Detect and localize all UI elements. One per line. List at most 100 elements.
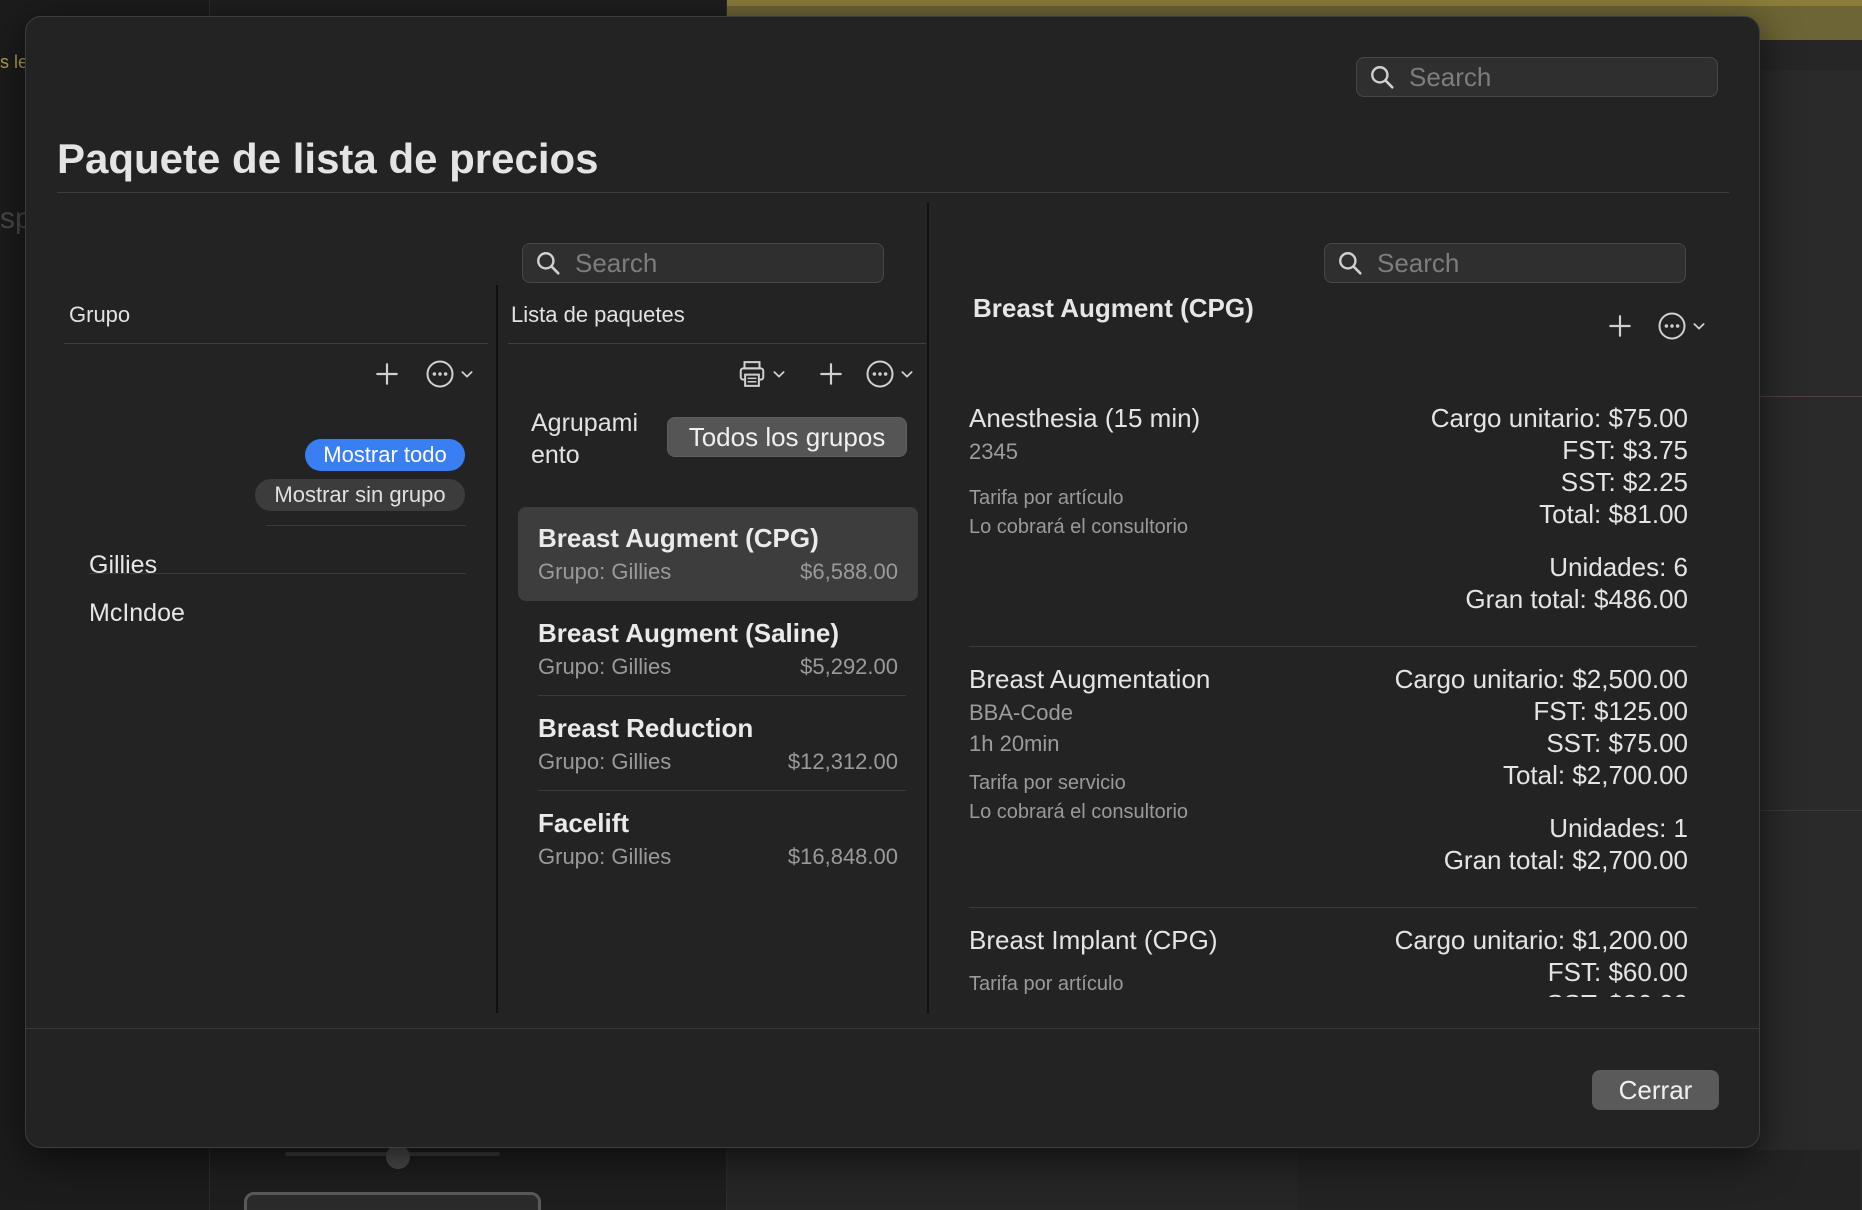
- item-divider: [969, 646, 1697, 647]
- item-units: Unidades: 6: [1549, 552, 1688, 582]
- item-sst: SST: $75.00: [1546, 728, 1688, 758]
- group-more-menu-button[interactable]: [422, 357, 478, 391]
- chevron-down-icon: [773, 371, 785, 378]
- package-row[interactable]: Facelift Grupo: Gillies $16,848.00: [518, 792, 918, 886]
- item-grand-total: Gran total: $2,700.00: [1443, 845, 1688, 875]
- package-item[interactable]: Anesthesia (15 min) 2345 Tarifa por artí…: [969, 403, 1697, 633]
- item-total: Total: $81.00: [1539, 499, 1688, 529]
- item-name: Breast Implant (CPG): [969, 925, 1218, 955]
- item-unit-charge: Cargo unitario: $2,500.00: [1394, 664, 1688, 694]
- detail-title: Breast Augment (CPG): [973, 293, 1254, 323]
- package-group: Grupo: Gillies: [538, 749, 672, 774]
- search-icon: [537, 252, 560, 275]
- item-billed-by: Lo cobrará el consultorio: [969, 801, 1189, 823]
- group-divider: [266, 525, 466, 526]
- group-item-gillies[interactable]: Gillies: [89, 551, 157, 580]
- package-row[interactable]: Breast Augment (Saline) Grupo: Gillies $…: [518, 602, 918, 696]
- item-code: BBA-Code: [969, 700, 1073, 725]
- package-column-header: Lista de paquetes: [511, 302, 685, 327]
- item-rate-type: Tarifa por artículo: [969, 487, 1124, 509]
- item-sst: SST: $36.00: [1546, 989, 1688, 997]
- package-search-input[interactable]: [575, 247, 863, 279]
- chevron-down-icon: [1693, 323, 1705, 330]
- package-row[interactable]: Breast Augment (CPG) Grupo: Gillies $6,5…: [518, 507, 918, 601]
- item-billed-by: Lo cobrará el consultorio: [969, 516, 1189, 538]
- package-item[interactable]: Breast Augmentation BBA-Code 1h 20min Ta…: [969, 664, 1697, 894]
- item-fst: FST: $3.75: [1562, 435, 1688, 465]
- ellipsis-circle-icon: [866, 360, 894, 388]
- item-duration: 1h 20min: [969, 731, 1060, 756]
- group-divider: [89, 573, 466, 574]
- plus-icon: [376, 363, 398, 385]
- add-package-button[interactable]: [814, 357, 848, 391]
- column-divider: [496, 285, 498, 1013]
- dialog-title: Paquete de lista de precios: [57, 135, 599, 182]
- package-group: Grupo: Gillies: [538, 844, 672, 869]
- background-divider: [1760, 810, 1862, 811]
- ellipsis-circle-icon: [426, 360, 454, 388]
- add-item-button[interactable]: [1603, 309, 1637, 343]
- package-name: Breast Augment (CPG): [538, 523, 819, 553]
- detail-search-field[interactable]: [1324, 243, 1686, 283]
- chevron-down-icon: [461, 371, 473, 378]
- package-amount: $16,848.00: [787, 844, 898, 869]
- group-header-divider: [64, 343, 488, 344]
- package-amount: $12,312.00: [787, 749, 898, 774]
- dialog-search-field[interactable]: [1356, 57, 1718, 97]
- printer-icon: [739, 361, 765, 387]
- grouping-label: Agrupami ento: [531, 409, 638, 469]
- search-icon: [1371, 66, 1394, 89]
- package-divider: [538, 695, 906, 696]
- item-total: Total: $2,700.00: [1502, 760, 1688, 790]
- background-divider: [1760, 396, 1862, 397]
- package-more-menu-button[interactable]: [862, 357, 918, 391]
- background-footer: [1298, 1150, 1860, 1210]
- item-units: Unidades: 1: [1549, 813, 1688, 843]
- detail-more-menu-button[interactable]: [1654, 309, 1710, 343]
- background-banner-accent: [727, 0, 1862, 6]
- grouping-select[interactable]: Todos los grupos: [667, 417, 907, 457]
- package-search-field[interactable]: [522, 243, 884, 283]
- package-group: Grupo: Gillies: [538, 654, 672, 679]
- dialog-search-input[interactable]: [1409, 61, 1697, 93]
- close-button[interactable]: Cerrar: [1592, 1070, 1719, 1110]
- package-items-list[interactable]: Anesthesia (15 min) 2345 Tarifa por artí…: [966, 377, 1726, 997]
- package-item[interactable]: Breast Implant (CPG) Tarifa por artículo…: [969, 925, 1697, 997]
- detail-search-input[interactable]: [1377, 247, 1665, 279]
- package-group: Grupo: Gillies: [538, 559, 672, 584]
- footer-divider: [26, 1028, 1759, 1029]
- item-divider: [969, 907, 1697, 908]
- item-sst: SST: $2.25: [1560, 467, 1688, 497]
- item-fst: FST: $125.00: [1533, 696, 1688, 726]
- print-menu-button[interactable]: [730, 357, 794, 391]
- background-right-column: [1760, 70, 1862, 1210]
- plus-icon: [1609, 315, 1631, 337]
- item-unit-charge: Cargo unitario: $1,200.00: [1394, 925, 1688, 955]
- package-divider: [538, 790, 906, 791]
- package-header-divider: [508, 343, 926, 344]
- background-text: s le: [0, 52, 29, 72]
- item-name: Breast Augmentation: [969, 664, 1211, 694]
- package-row[interactable]: Breast Reduction Grupo: Gillies $12,312.…: [518, 697, 918, 791]
- show-all-toggle[interactable]: Mostrar todo: [305, 439, 465, 471]
- item-code: 2345: [969, 439, 1018, 464]
- item-unit-charge: Cargo unitario: $75.00: [1430, 403, 1688, 433]
- background-slider-knob: [386, 1145, 410, 1169]
- item-rate-type: Tarifa por servicio: [969, 772, 1126, 794]
- group-item-mcindoe[interactable]: McIndoe: [89, 599, 185, 628]
- search-icon: [1339, 252, 1362, 275]
- group-column-header: Grupo: [69, 302, 131, 327]
- package-name: Breast Augment (Saline): [538, 618, 839, 648]
- item-fst: FST: $60.00: [1547, 957, 1688, 987]
- chevron-down-icon: [901, 371, 913, 378]
- item-name: Anesthesia (15 min): [969, 403, 1201, 433]
- ellipsis-circle-icon: [1658, 312, 1686, 340]
- package-amount: $5,292.00: [800, 654, 898, 679]
- item-rate-type: Tarifa por artículo: [969, 973, 1124, 995]
- show-ungrouped-toggle[interactable]: Mostrar sin grupo: [255, 479, 465, 511]
- package-name: Breast Reduction: [538, 713, 754, 743]
- package-amount: $6,588.00: [800, 559, 898, 584]
- price-list-package-dialog: Paquete de lista de precios Grupo Mostra…: [25, 16, 1760, 1148]
- plus-icon: [820, 363, 842, 385]
- add-group-button[interactable]: [370, 357, 404, 391]
